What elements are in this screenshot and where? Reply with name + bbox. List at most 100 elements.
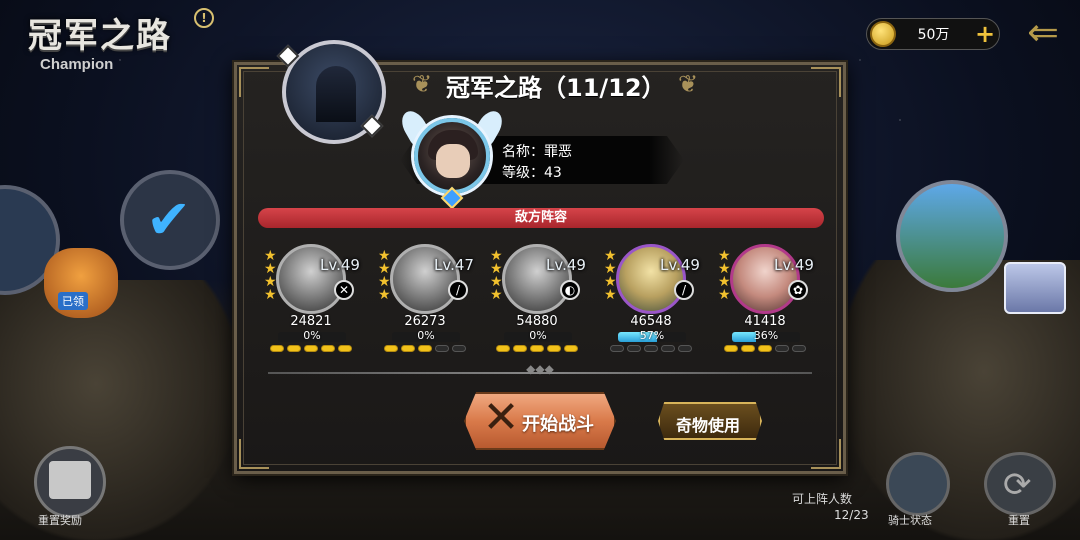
hero-level: Lv.49 <box>546 256 586 274</box>
lineup-count: 12/23 <box>834 508 869 522</box>
energy-pips <box>384 345 468 352</box>
reset-reward-label: 重置奖励 <box>38 514 82 527</box>
page-title: 冠军之路 <box>28 16 172 56</box>
energy-pips <box>496 345 580 352</box>
check-icon: ✔ <box>146 188 192 251</box>
boss-face <box>436 144 470 178</box>
reset-label: 重置 <box>1008 514 1030 527</box>
hp-percent: 57% <box>639 329 665 342</box>
class-icon: ✕ <box>334 280 354 300</box>
energy-pip <box>418 345 432 352</box>
chest-icon <box>49 461 91 499</box>
star-rating: ★ ★ ★ ★ <box>378 248 391 303</box>
energy-pip <box>610 345 624 352</box>
energy-pip <box>287 345 301 352</box>
energy-pip <box>758 345 772 352</box>
hero-power: 41418 <box>744 314 786 329</box>
map-node-next[interactable] <box>896 180 1008 292</box>
energy-pip <box>321 345 335 352</box>
reset-reward-button[interactable] <box>34 446 106 518</box>
hero-portrait <box>390 244 460 314</box>
energy-pip <box>775 345 789 352</box>
enemy-hero-card[interactable]: ★ ★ ★ ★ Lv.49 ✿ 41418 36% <box>718 232 814 356</box>
hero-portrait <box>730 244 800 314</box>
energy-pip <box>678 345 692 352</box>
boss-name: 名称：罪恶 <box>502 144 572 160</box>
hero-power: 26273 <box>404 314 446 329</box>
hero-level: Lv.49 <box>774 256 814 274</box>
use-item-label: 奇物使用 <box>676 416 741 435</box>
enemy-lineup-banner: 敌方阵容 <box>258 208 824 228</box>
map-node-cleared[interactable]: ✔ <box>120 170 220 270</box>
energy-pip <box>401 345 415 352</box>
energy-pip <box>270 345 284 352</box>
reset-button[interactable]: ⟳ <box>984 452 1056 516</box>
star-rating: ★ ★ ★ ★ <box>264 248 277 303</box>
class-icon: ◐ <box>560 280 580 300</box>
boss-info: 名称：罪恶 等级：43 <box>502 142 572 184</box>
hp-percent: 36% <box>753 329 779 342</box>
energy-pip <box>452 345 466 352</box>
knight-status-label: 骑士状态 <box>888 514 932 527</box>
knight-status-button[interactable] <box>886 452 950 516</box>
treasure-chest-icon[interactable] <box>1004 262 1066 314</box>
coin-icon <box>870 21 896 47</box>
add-currency-button[interactable]: + <box>971 20 999 48</box>
hero-level: Lv.49 <box>660 256 700 274</box>
hero-portrait <box>276 244 346 314</box>
energy-pip <box>741 345 755 352</box>
energy-pip <box>564 345 578 352</box>
energy-pips <box>270 345 354 352</box>
hero-power: 46548 <box>630 314 672 329</box>
title-ornament-right: ❦ <box>678 70 699 98</box>
title-ornament-left: ❦ <box>412 70 433 98</box>
dialog-title: 冠军之路（11/12） <box>446 74 666 102</box>
boss-avatar <box>414 118 490 194</box>
page-subtitle: Champion <box>40 56 114 73</box>
energy-pip <box>384 345 398 352</box>
energy-pip <box>435 345 449 352</box>
energy-pip <box>547 345 561 352</box>
boss-level: 等级：43 <box>502 165 562 181</box>
star-rating: ★ ★ ★ ★ <box>718 248 731 303</box>
energy-pip <box>644 345 658 352</box>
rock-left <box>0 280 240 540</box>
divider-ornament: ◆◆◆ <box>526 362 554 376</box>
lineup-label: 可上阵人数 <box>792 492 853 506</box>
energy-pip <box>530 345 544 352</box>
energy-pips <box>610 345 694 352</box>
star-rating: ★ ★ ★ ★ <box>604 248 617 303</box>
energy-pip <box>496 345 510 352</box>
hp-percent: 0% <box>529 329 547 342</box>
hero-power: 24821 <box>290 314 332 329</box>
currency-amount: 50万 <box>917 27 950 43</box>
corner-ornament <box>811 439 841 469</box>
energy-pip <box>661 345 675 352</box>
reward-bag-label: 已领 <box>58 292 88 310</box>
hero-power: 54880 <box>516 314 558 329</box>
class-icon: ✿ <box>788 280 808 300</box>
reward-bag-icon[interactable]: 已领 <box>44 248 118 318</box>
hero-portrait <box>502 244 572 314</box>
corner-ornament <box>811 67 841 97</box>
hero-portrait <box>616 244 686 314</box>
hero-level: Lv.47 <box>434 256 474 274</box>
class-icon: / <box>448 280 468 300</box>
refresh-icon: ⟳ <box>1003 465 1032 505</box>
energy-pip <box>304 345 318 352</box>
energy-pip <box>338 345 352 352</box>
hero-level: Lv.49 <box>320 256 360 274</box>
enemy-hero-card[interactable]: ★ ★ ★ ★ Lv.49 /46548 57% <box>604 232 700 356</box>
energy-pips <box>724 345 808 352</box>
back-arrow-icon[interactable]: ⇐ <box>1010 10 1076 56</box>
energy-pip <box>792 345 806 352</box>
hp-percent: 0% <box>303 329 321 342</box>
info-icon[interactable]: ! <box>194 8 214 28</box>
energy-pip <box>627 345 641 352</box>
energy-pip <box>513 345 527 352</box>
start-battle-label: 开始战斗 <box>522 414 594 435</box>
enemy-hero-card[interactable]: ★ ★ ★ ★ Lv.47 /26273 0% <box>378 232 474 356</box>
crossed-swords-icon: ✕ <box>482 392 520 443</box>
enemy-hero-card[interactable]: ★ ★ ★ ★ Lv.49 ◐ 54880 0% <box>490 232 586 356</box>
enemy-hero-card[interactable]: ★ ★ ★ ★ Lv.49 ✕ 24821 0% <box>264 232 360 356</box>
